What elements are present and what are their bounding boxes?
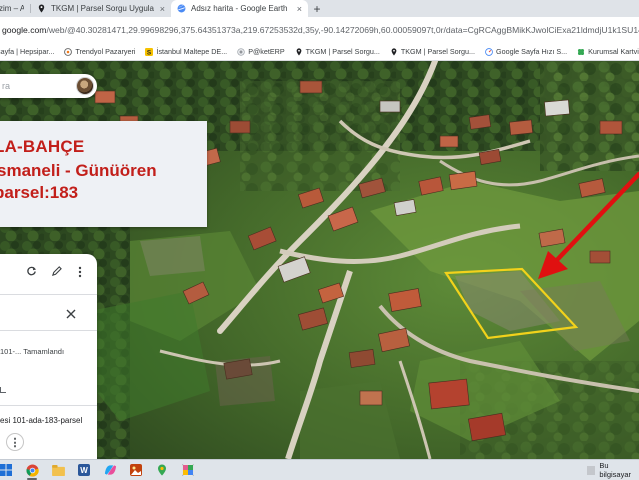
earth-search-box[interactable]: ra bbox=[0, 74, 97, 98]
clover-icon bbox=[578, 48, 585, 55]
taskbar-chrome[interactable] bbox=[22, 461, 42, 480]
bookmark-label: P@ketERP bbox=[248, 47, 285, 56]
paint-icon bbox=[182, 464, 194, 476]
map-pin-icon bbox=[296, 47, 302, 56]
search-placeholder: ra bbox=[2, 81, 11, 91]
bookmark-label: TKGM | Parsel Sorgu... bbox=[305, 47, 380, 56]
taskbar-paint[interactable] bbox=[178, 461, 198, 480]
bookmark-label: Google Sayfa Hızı S... bbox=[496, 47, 568, 56]
panel-divider bbox=[0, 294, 97, 295]
taskbar-file-explorer[interactable] bbox=[48, 461, 68, 480]
more-vert-icon[interactable] bbox=[78, 266, 92, 280]
windows-taskbar: W Bu bilgisayar bbox=[0, 459, 639, 480]
windows-start-icon bbox=[0, 464, 12, 476]
paket-icon bbox=[237, 47, 245, 56]
bookmark-label: İstanbul Maltepe DE... bbox=[156, 47, 228, 56]
bookmark-istanbul-maltepe[interactable]: S İstanbul Maltepe DE... bbox=[145, 47, 227, 56]
close-icon[interactable] bbox=[66, 309, 78, 321]
caption-line-1: LA-BAHÇE bbox=[0, 137, 85, 156]
bookmark-trendyol[interactable]: Trendyol Pazaryeri bbox=[64, 47, 135, 56]
caption-line-2: smaneli - Günüören bbox=[0, 161, 157, 180]
taskbar-copilot[interactable] bbox=[100, 461, 120, 480]
caption-line-3: parsel:183 bbox=[0, 183, 79, 202]
maps-icon bbox=[158, 464, 166, 476]
panel-toolbar bbox=[0, 266, 97, 282]
browser-tab-strip: zim – Arte TKGM | Parsel Sorgu Uygulamas… bbox=[0, 0, 639, 17]
svg-text:W: W bbox=[80, 466, 88, 475]
bookmark-label: Trendyol Pazaryeri bbox=[75, 47, 136, 56]
refresh-icon[interactable] bbox=[26, 266, 40, 280]
address-bar-row: google.com/web/@40.30281471,29.99698296,… bbox=[0, 17, 639, 43]
panel-divider bbox=[0, 330, 97, 331]
bookmark-label: TKGM | Parsel Sorgu... bbox=[400, 47, 475, 56]
more-options-button[interactable]: ⋮ bbox=[6, 433, 24, 451]
panel-header bbox=[0, 305, 97, 327]
new-tab-button[interactable]: + bbox=[308, 0, 326, 17]
bookmark-kartvizit[interactable]: Kurumsal Kartvizit /... bbox=[577, 47, 639, 56]
chrome-icon bbox=[25, 463, 39, 477]
taskbar-maps[interactable] bbox=[152, 461, 172, 480]
bookmark-hepsipar[interactable]: sayfa | Hepsipar... bbox=[0, 47, 54, 56]
taskbar-word[interactable]: W bbox=[74, 461, 94, 480]
panel-divider bbox=[0, 405, 97, 406]
pagespeed-icon bbox=[485, 47, 493, 56]
windows-start-button[interactable] bbox=[0, 461, 16, 480]
location-caption: LA-BAHÇE smaneli - Günüören parsel:183 bbox=[0, 121, 207, 227]
tab-title: Adsız harita - Google Earth bbox=[191, 4, 288, 13]
bookmarks-bar: sayfa | Hepsipar... Trendyol Pazaryeri S… bbox=[0, 43, 639, 61]
avatar[interactable] bbox=[76, 77, 94, 95]
google-earth-icon bbox=[177, 4, 186, 13]
close-tab-icon[interactable]: × bbox=[297, 4, 302, 14]
url-field[interactable]: google.com/web/@40.30281471,29.99698296,… bbox=[0, 20, 639, 40]
url-path: /web/@40.30281471,29.99698296,375.643513… bbox=[46, 25, 639, 35]
photos-icon bbox=[130, 464, 142, 476]
bookmark-label: sayfa | Hepsipar... bbox=[0, 47, 55, 56]
s-icon: S bbox=[145, 47, 154, 56]
bookmark-label: Kurumsal Kartvizit /... bbox=[588, 47, 639, 56]
bookmark-tkgm-2[interactable]: TKGM | Parsel Sorgu... bbox=[390, 47, 475, 56]
tab-title: zim – Arte bbox=[0, 4, 24, 13]
tab-google-earth[interactable]: Adsız harita - Google Earth × bbox=[171, 0, 308, 17]
map-pin-icon bbox=[391, 47, 397, 56]
list-item-parcel[interactable]: esi 101-ada-183-parsel bbox=[0, 416, 82, 425]
earth-side-panel: 101-... Tamamlandı esi 101-ada-183-parse… bbox=[0, 254, 97, 459]
edit-icon[interactable] bbox=[51, 266, 65, 280]
map-pin-icon bbox=[38, 4, 45, 13]
svg-text:S: S bbox=[147, 49, 152, 56]
url-host: google.com bbox=[2, 25, 47, 35]
tab-ai-chat[interactable]: zim – Arte bbox=[0, 0, 30, 17]
close-tab-icon[interactable]: × bbox=[160, 4, 165, 14]
bookmark-paketerp[interactable]: P@ketERP bbox=[237, 47, 285, 56]
satellite-map[interactable]: ra LA-BAHÇE smaneli - Günüören parsel:18… bbox=[0, 61, 639, 459]
bookmark-pagespeed[interactable]: Google Sayfa Hızı S... bbox=[485, 47, 567, 56]
word-icon: W bbox=[78, 464, 90, 476]
notification-area[interactable]: Bu bilgisayar bbox=[587, 461, 639, 479]
tab-tkgm-parsel[interactable]: TKGM | Parsel Sorgu Uygulaması × bbox=[31, 0, 171, 17]
tab-title: TKGM | Parsel Sorgu Uygulaması bbox=[51, 4, 154, 13]
notification-label: Bu bilgisayar bbox=[599, 461, 631, 479]
trendyol-icon bbox=[64, 47, 73, 56]
computer-icon bbox=[587, 465, 596, 475]
bookmark-tkgm-1[interactable]: TKGM | Parsel Sorgu... bbox=[295, 47, 380, 56]
list-item-upload-status[interactable]: 101-... Tamamlandı bbox=[0, 347, 64, 356]
file-explorer-icon bbox=[51, 464, 65, 476]
copilot-icon bbox=[104, 465, 116, 475]
taskbar-photos[interactable] bbox=[126, 461, 146, 480]
chevron-icon[interactable] bbox=[0, 387, 6, 393]
